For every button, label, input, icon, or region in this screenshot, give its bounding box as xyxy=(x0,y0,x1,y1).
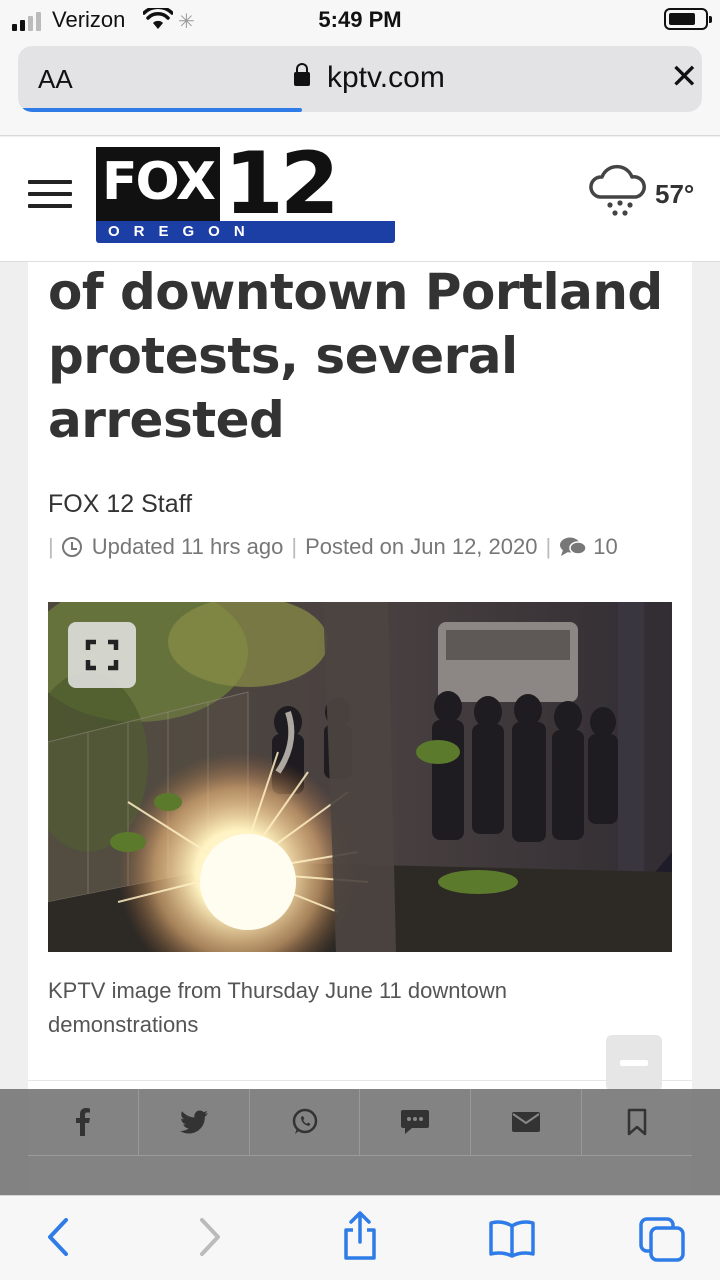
menu-icon[interactable] xyxy=(28,180,72,210)
expand-icon xyxy=(85,639,119,671)
bookmark-icon xyxy=(627,1108,647,1136)
forward-icon[interactable] xyxy=(194,1214,224,1260)
share-bar xyxy=(0,1089,720,1195)
updated-time: Updated 11 hrs ago xyxy=(91,534,284,559)
logo-fox-text: FOX xyxy=(96,147,220,221)
status-time: 5:49 PM xyxy=(318,7,402,32)
email-share-button[interactable] xyxy=(471,1089,583,1155)
article-headline: of downtown Portland protests, several a… xyxy=(48,263,663,449)
back-icon[interactable] xyxy=(44,1214,74,1260)
share-bar-lower xyxy=(28,1155,692,1195)
status-bar: Verizon ✳ 5:49 PM xyxy=(0,0,720,40)
bookmarks-icon[interactable] xyxy=(488,1218,536,1258)
browser-url-area: AA kptv.com ✕ xyxy=(0,40,720,136)
article-photo[interactable] xyxy=(48,602,672,952)
divider xyxy=(28,1080,692,1081)
clock-icon xyxy=(61,537,82,557)
battery-icon xyxy=(664,8,712,30)
article-meta: | Updated 11 hrs ago | Posted on Jun 12,… xyxy=(48,534,618,560)
lock-icon xyxy=(294,63,310,86)
fullscreen-button[interactable] xyxy=(68,622,136,688)
rain-cloud-icon[interactable] xyxy=(586,163,648,221)
photo-caption: KPTV image from Thursday June 11 downtow… xyxy=(48,978,507,1037)
comment-count[interactable]: 10 xyxy=(593,534,617,560)
share-icon[interactable] xyxy=(340,1210,380,1262)
email-icon xyxy=(512,1112,541,1132)
facebook-share-button[interactable] xyxy=(28,1089,139,1155)
facebook-icon xyxy=(75,1108,90,1136)
weather-temp[interactable]: 57° xyxy=(655,179,694,210)
protest-scene-image xyxy=(48,602,672,952)
sms-icon xyxy=(401,1110,430,1134)
logo-number: 12 xyxy=(224,134,340,234)
stop-loading-button[interactable]: ✕ xyxy=(670,60,699,94)
text-size-button[interactable]: AA xyxy=(38,64,73,95)
article-author[interactable]: FOX 12 Staff xyxy=(48,490,192,519)
whatsapp-icon xyxy=(292,1108,317,1134)
address-bar[interactable]: AA kptv.com ✕ xyxy=(18,46,702,112)
url-domain[interactable]: kptv.com xyxy=(327,61,445,95)
comments-icon[interactable] xyxy=(559,536,587,558)
posted-date: Posted on Jun 12, 2020 xyxy=(305,534,538,559)
bookmark-share-button[interactable] xyxy=(582,1089,692,1155)
page-load-progress xyxy=(22,108,303,112)
collapse-share-button[interactable] xyxy=(606,1035,662,1091)
tabs-icon[interactable] xyxy=(638,1216,686,1262)
sms-share-button[interactable] xyxy=(360,1089,472,1155)
fox12-logo[interactable]: FOX 12 OREGON xyxy=(96,141,395,243)
article-card: of downtown Portland protests, several a… xyxy=(28,262,692,1195)
twitter-icon xyxy=(179,1110,208,1134)
whatsapp-share-button[interactable] xyxy=(250,1089,361,1155)
site-header: FOX 12 OREGON 57° xyxy=(0,137,720,262)
browser-toolbar xyxy=(0,1195,720,1280)
logo-oregon-text: OREGON xyxy=(96,221,395,243)
twitter-share-button[interactable] xyxy=(139,1089,250,1155)
